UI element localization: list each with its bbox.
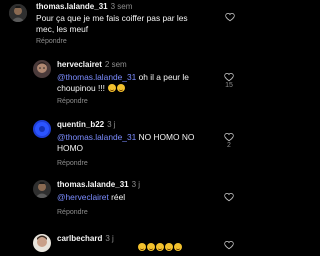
heart-outline-icon[interactable] bbox=[224, 132, 234, 142]
heart-outline-icon[interactable] bbox=[224, 192, 234, 202]
heart-outline-icon[interactable] bbox=[224, 240, 234, 250]
username-text[interactable]: carlbechard bbox=[57, 234, 102, 243]
like-count: 15 bbox=[225, 82, 233, 89]
comment-text: @thomas.lalande_31 NO HOMO NO HOMO bbox=[57, 132, 207, 154]
mention-link[interactable]: @herveclairet bbox=[57, 192, 109, 202]
laughing-emoji-icon bbox=[147, 243, 155, 251]
comment-body: réel bbox=[111, 192, 126, 202]
laughing-emoji-icon bbox=[108, 84, 117, 92]
username-text[interactable]: thomas.lalande_31 bbox=[36, 2, 108, 11]
comment-age: 2 sem bbox=[104, 60, 127, 69]
comment-age: 3 j bbox=[107, 120, 116, 129]
comment-username[interactable]: thomas.lalande_31 3 j bbox=[57, 180, 140, 189]
user-avatar[interactable] bbox=[33, 120, 51, 138]
comment-username[interactable]: quentin_b22 3 j bbox=[57, 120, 116, 129]
comment-item: thomas.lalande_31 3 j @herveclairet réel … bbox=[0, 176, 244, 226]
comment-age: 3 j bbox=[105, 234, 114, 243]
avatar-image-icon bbox=[33, 180, 51, 198]
heart-outline-icon[interactable] bbox=[225, 12, 235, 22]
user-avatar[interactable] bbox=[33, 60, 51, 78]
user-avatar[interactable] bbox=[33, 180, 51, 198]
reply-button[interactable]: Répondre bbox=[57, 209, 88, 216]
laughing-emoji-icon bbox=[174, 243, 182, 251]
comment-text bbox=[137, 242, 207, 253]
avatar-image-icon bbox=[9, 4, 27, 22]
reply-button[interactable]: Répondre bbox=[57, 98, 88, 105]
user-avatar[interactable] bbox=[33, 234, 51, 252]
username-text[interactable]: thomas.lalande_31 bbox=[57, 180, 129, 189]
comment-age: 3 sem bbox=[110, 2, 133, 11]
comment-item: quentin_b22 3 j @thomas.lalande_31 NO HOM… bbox=[0, 116, 244, 174]
user-avatar[interactable] bbox=[9, 4, 27, 22]
laughing-emoji-icon bbox=[156, 243, 164, 251]
mention-link[interactable]: @thomas.lalande_31 bbox=[57, 132, 136, 142]
mention-link[interactable]: @thomas.lalande_31 bbox=[57, 72, 136, 82]
comment-age: 3 j bbox=[131, 180, 141, 189]
avatar-image-icon bbox=[33, 60, 51, 78]
comment-text: Pour ça que je me fais coiffer pas par l… bbox=[36, 13, 208, 35]
comment-text: @thomas.lalande_31 oh il a peur le choup… bbox=[57, 72, 205, 94]
avatar-image-icon bbox=[33, 120, 51, 138]
avatar-image-icon bbox=[33, 234, 51, 252]
like-count: 2 bbox=[227, 142, 231, 149]
reply-button[interactable]: Répondre bbox=[36, 38, 67, 45]
comment-body: Pour ça que je me fais coiffer pas par l… bbox=[36, 13, 188, 34]
comment-username[interactable]: hervecl​airet 2 sem bbox=[57, 60, 127, 69]
comment-item: thomas.lalande_31 3 sem Pour ça que je me… bbox=[0, 0, 244, 50]
comment-username[interactable]: thomas.lalande_31 3 sem bbox=[36, 2, 132, 11]
comment-username[interactable]: carlbechard 3 j bbox=[57, 234, 114, 243]
username-text[interactable]: hervecl​airet bbox=[57, 60, 102, 69]
comment-text: @herveclairet réel bbox=[57, 192, 207, 203]
reply-button[interactable]: Répondre bbox=[57, 160, 88, 167]
laughing-emoji-icon bbox=[117, 84, 126, 92]
laughing-emoji-icon bbox=[138, 243, 146, 251]
comment-item: hervecl​airet 2 sem @thomas.lalande_31 oh… bbox=[0, 56, 244, 112]
username-text[interactable]: quentin_b22 bbox=[57, 120, 104, 129]
heart-outline-icon[interactable] bbox=[224, 72, 234, 82]
laughing-emoji-icon bbox=[165, 243, 173, 251]
comment-item: carlbechard 3 j bbox=[0, 230, 244, 256]
